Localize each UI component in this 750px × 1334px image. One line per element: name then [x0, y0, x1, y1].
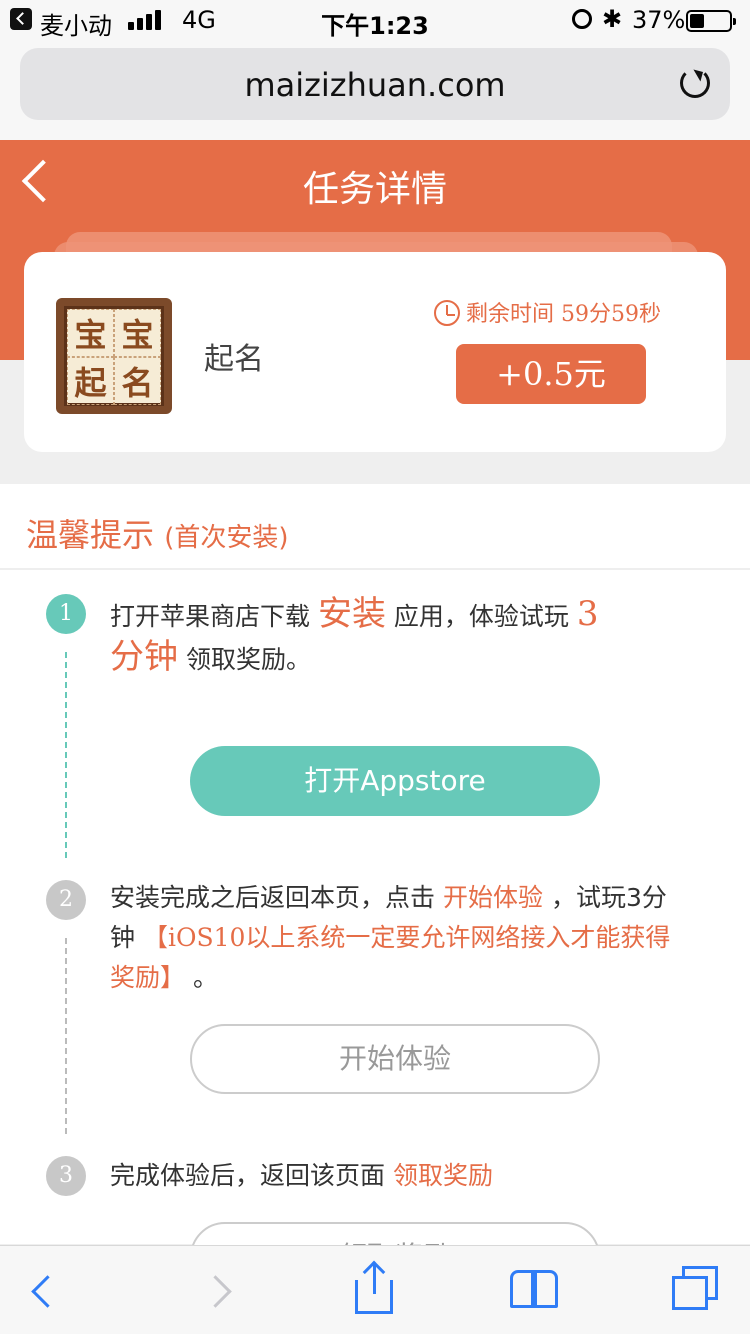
tips-subtitle: (首次安装): [164, 523, 289, 553]
bookmarks-icon[interactable]: [494, 1246, 574, 1334]
step-text-part: 领取奖励。: [185, 645, 311, 674]
clock-icon: [434, 300, 460, 326]
url-text[interactable]: maizizhuan.com: [20, 66, 730, 104]
start-experience-button[interactable]: 开始体验: [190, 1024, 600, 1094]
app-icon-char: 名: [114, 357, 161, 405]
reload-icon[interactable]: [680, 68, 710, 98]
battery-icon: [686, 10, 736, 32]
app-icon-char: 起: [67, 357, 114, 405]
step-text-part: 打开苹果商店下载: [110, 602, 311, 631]
step-connector: [65, 938, 67, 1134]
tips-title: 温馨提示 (首次安装): [26, 510, 288, 556]
step-text-part: 。: [192, 963, 218, 992]
step-highlight: 安装: [317, 594, 386, 634]
step-connector: [65, 652, 67, 858]
remaining-time-label: 剩余时间: [466, 302, 555, 327]
tips-title-text: 温馨提示: [26, 516, 155, 554]
share-icon[interactable]: [333, 1246, 413, 1334]
app-icon-char: 宝: [114, 309, 161, 357]
reward-badge: +0.5元: [456, 344, 646, 404]
remaining-time-value: 59分59秒: [561, 302, 662, 327]
browser-back-button[interactable]: [0, 1246, 80, 1334]
open-appstore-button[interactable]: 打开Appstore: [190, 746, 600, 816]
task-card: 宝 宝 起 名 起名 剩余时间 59分59秒 +0.5元: [24, 252, 726, 452]
step-text-part: 安装完成之后返回本页，点击: [110, 883, 436, 912]
bluetooth-icon: ✱: [602, 5, 623, 33]
step-number: 3: [46, 1156, 86, 1196]
step-1-text: 打开苹果商店下载 安装 应用，体验试玩 3 分钟 领取奖励。: [110, 594, 690, 680]
tabs-icon[interactable]: [652, 1246, 732, 1334]
page-title: 任务详情: [302, 169, 447, 210]
alarm-icon: [572, 9, 592, 29]
divider: [0, 568, 750, 570]
status-bar: 麦小动 4G 下午1:23 ✱ 37%: [0, 0, 750, 40]
address-bar[interactable]: maizizhuan.com: [20, 48, 730, 120]
app-name: 起名: [204, 342, 264, 377]
step-text-part: 应用，体验试玩: [393, 602, 569, 631]
step-highlight: 领取奖励: [392, 1161, 493, 1190]
tips-panel: 温馨提示 (首次安装) 1 打开苹果商店下载 安装 应用，体验试玩 3 分钟 领…: [0, 484, 750, 1292]
app-icon-char: 宝: [67, 309, 114, 357]
app-icon: 宝 宝 起 名: [56, 298, 172, 414]
remaining-time: 剩余时间 59分59秒: [466, 296, 661, 328]
step-text-part: 完成体验后，返回该页面: [110, 1161, 386, 1190]
step-highlight: 3: [576, 594, 599, 634]
battery-percent: 37%: [632, 6, 686, 34]
step-number: 1: [46, 594, 86, 634]
step-3-text: 完成体验后，返回该页面 领取奖励: [110, 1156, 690, 1196]
step-2-text: 安装完成之后返回本页，点击 开始体验 ，试玩3分钟 【iOS10以上系统一定要允…: [110, 878, 690, 998]
browser-toolbar: [0, 1245, 750, 1334]
browser-url-area: maizizhuan.com: [0, 40, 750, 140]
step-highlight: 分钟: [110, 637, 178, 677]
step-number: 2: [46, 880, 86, 920]
step-highlight: 开始体验: [442, 883, 543, 912]
browser-forward-button[interactable]: [180, 1246, 260, 1334]
